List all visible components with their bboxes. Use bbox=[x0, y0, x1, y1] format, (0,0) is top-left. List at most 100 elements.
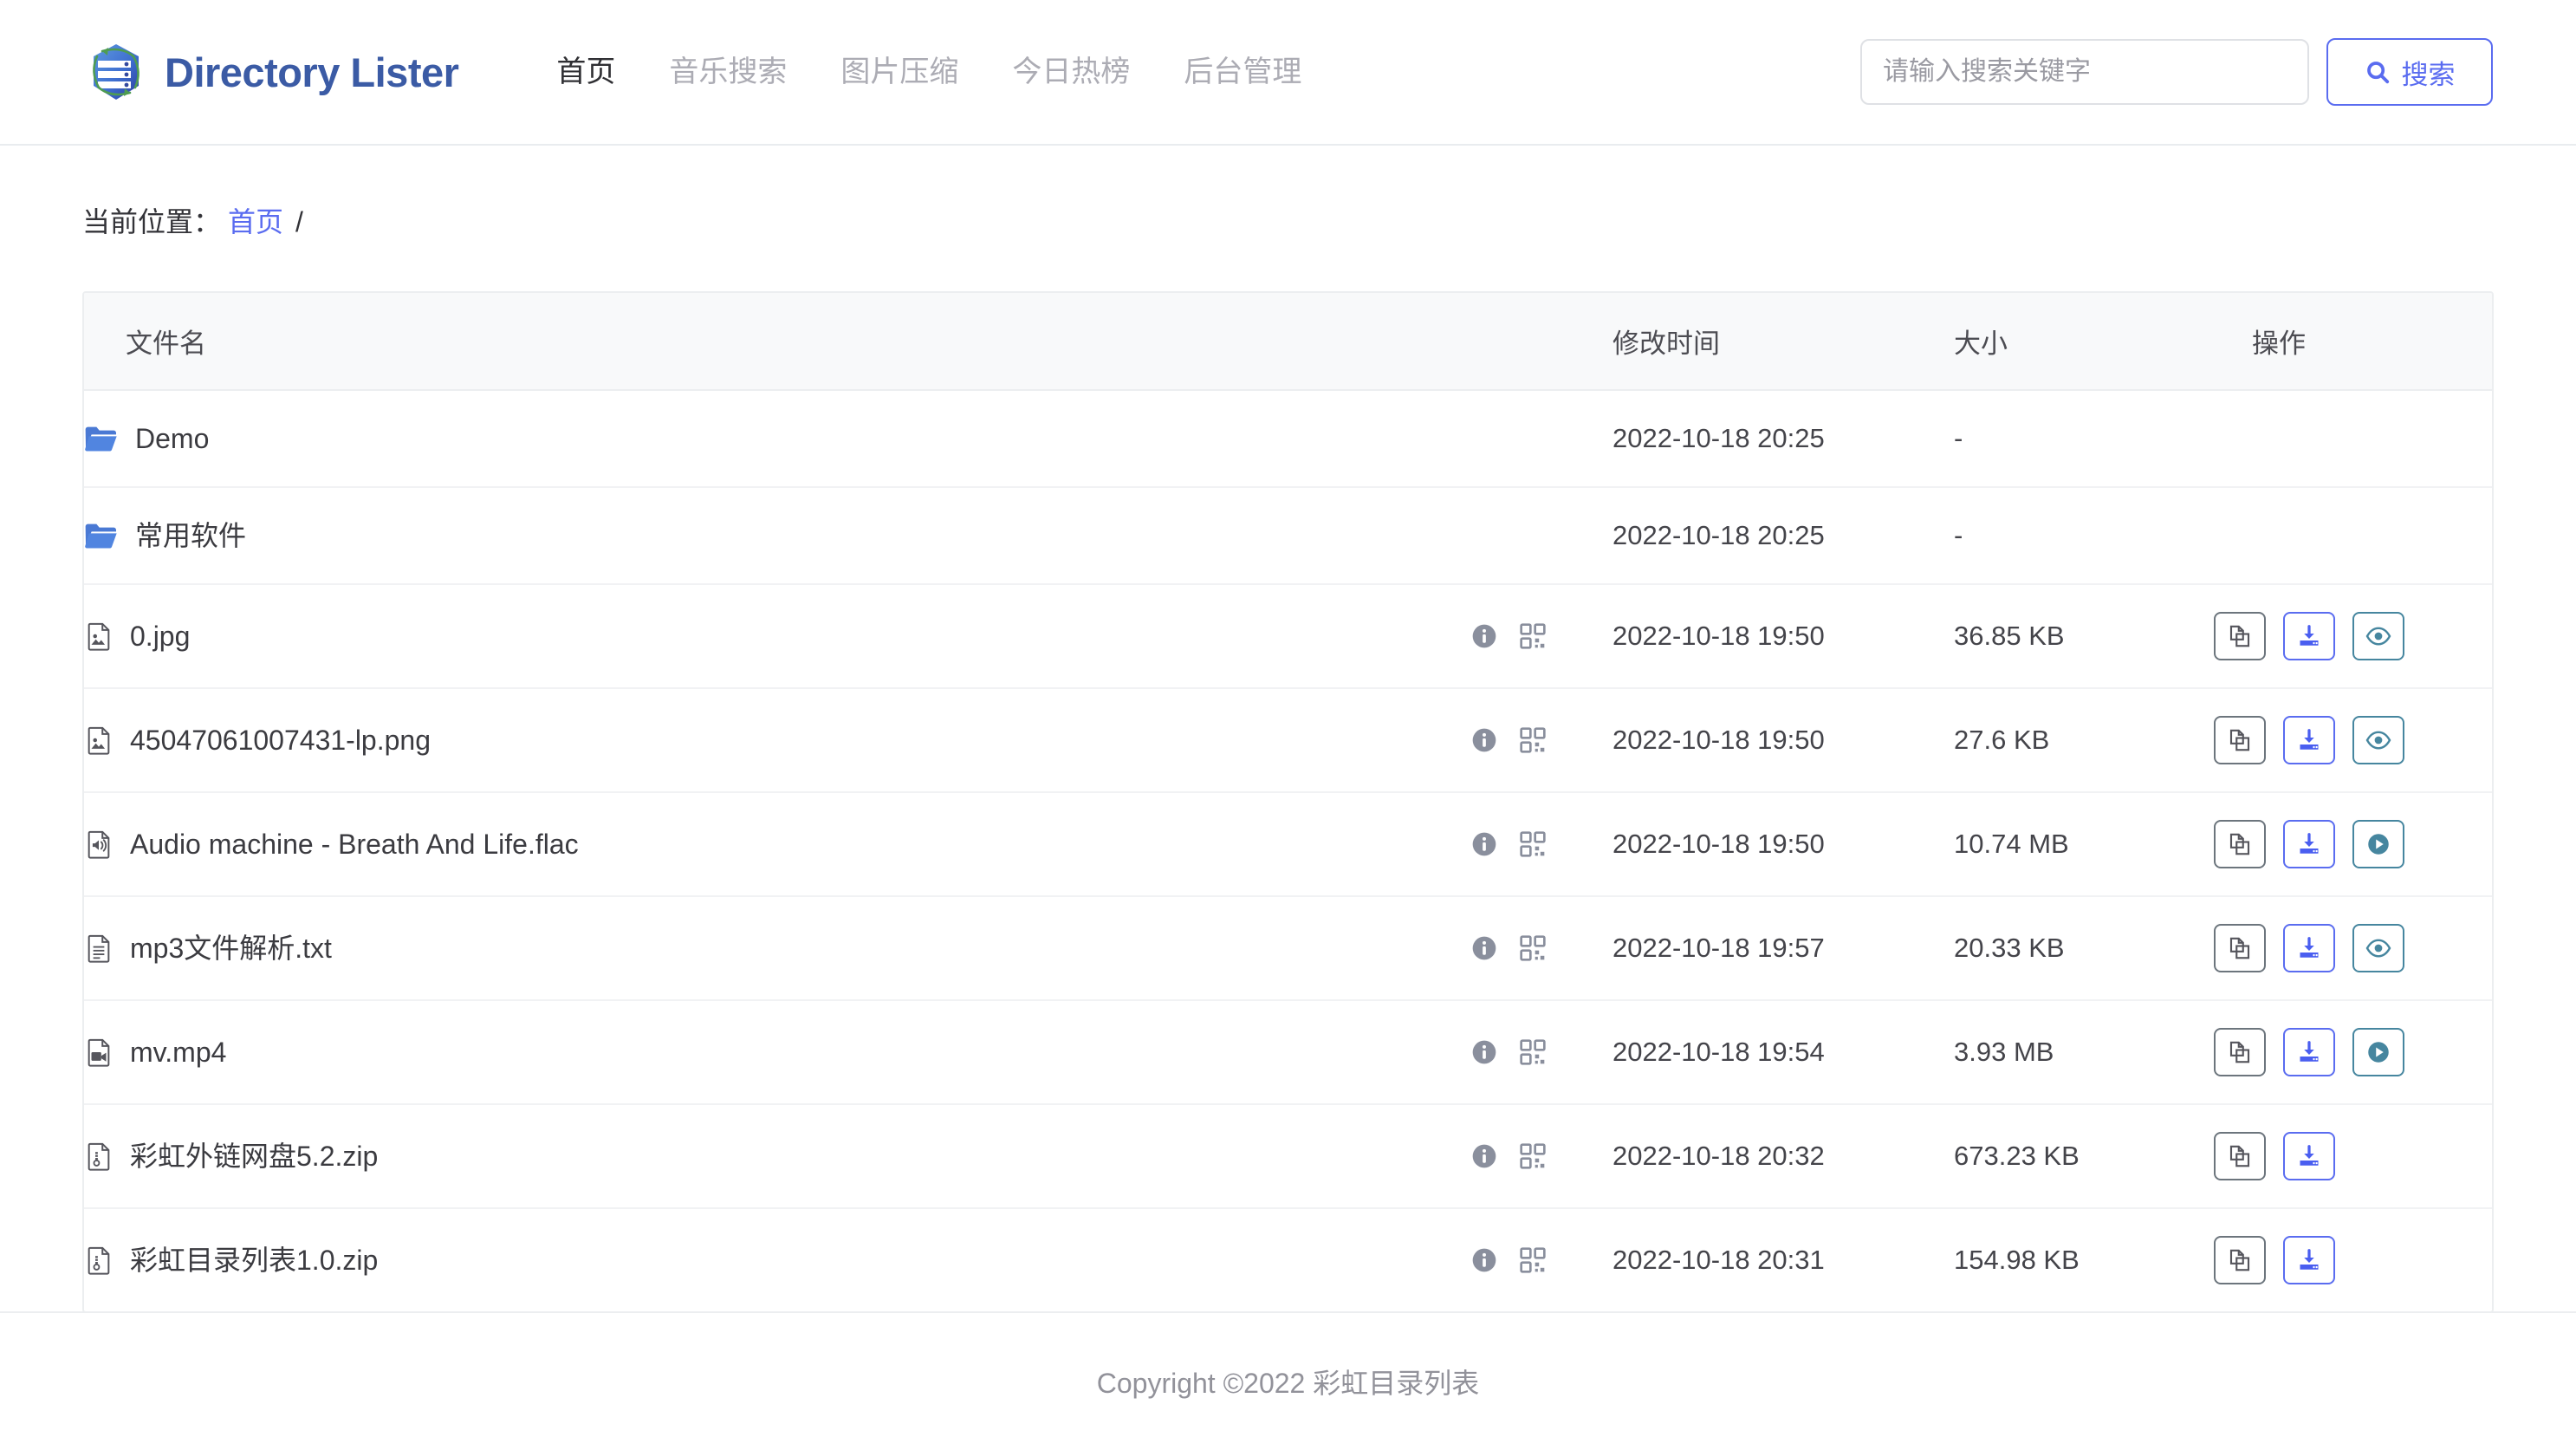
cell-file-name[interactable]: 常用软件 bbox=[84, 487, 1470, 584]
table-row[interactable]: 彩虹外链网盘5.2.zip 2022-10-18 20:32 673.23 KB bbox=[84, 1104, 2492, 1208]
copy-icon bbox=[2227, 623, 2253, 649]
cell-file-name[interactable]: mp3文件解析.txt bbox=[84, 896, 1470, 1000]
cell-operations bbox=[2214, 390, 2492, 487]
download-button[interactable] bbox=[2283, 1028, 2335, 1076]
cell-modified-time: 2022-10-18 20:31 bbox=[1612, 1245, 1825, 1275]
table-row[interactable]: 45047061007431-lp.png 2022-10-18 19:50 27.… bbox=[84, 688, 2492, 792]
cell-file-size: 36.85 KB bbox=[1954, 621, 2065, 651]
file-list-card: 文件名 修改时间 大小 操作 Demo 2022-10-18 20:25- 常用软件… bbox=[82, 291, 2494, 1313]
cell-operations bbox=[2214, 688, 2492, 792]
copy-icon bbox=[2227, 727, 2253, 753]
download-button[interactable] bbox=[2283, 820, 2335, 868]
play-button[interactable] bbox=[2352, 1028, 2404, 1076]
download-icon bbox=[2296, 1143, 2322, 1169]
preview-button[interactable] bbox=[2352, 612, 2404, 660]
cell-file-name[interactable]: mv.mp4 bbox=[84, 1000, 1470, 1104]
download-icon bbox=[2296, 623, 2322, 649]
cell-badges bbox=[1470, 584, 1612, 688]
download-button[interactable] bbox=[2283, 1236, 2335, 1284]
search-button[interactable]: 搜索 bbox=[2326, 38, 2493, 106]
table-row[interactable]: 0.jpg 2022-10-18 19:50 36.85 KB bbox=[84, 584, 2492, 688]
cell-modified-time: 2022-10-18 20:32 bbox=[1612, 1141, 1825, 1171]
info-icon[interactable] bbox=[1470, 1246, 1498, 1274]
copy-link-button[interactable] bbox=[2214, 612, 2266, 660]
preview-button[interactable] bbox=[2352, 924, 2404, 972]
table-row[interactable]: mp3文件解析.txt 2022-10-18 19:57 20.33 KB bbox=[84, 896, 2492, 1000]
qrcode-icon[interactable] bbox=[1519, 1246, 1547, 1274]
table-row[interactable]: mv.mp4 2022-10-18 19:54 3.93 MB bbox=[84, 1000, 2492, 1104]
file-name-label: Demo bbox=[135, 423, 210, 454]
column-header-ops: 操作 bbox=[2214, 293, 2492, 391]
search-button-label: 搜索 bbox=[2401, 59, 2456, 90]
info-icon[interactable] bbox=[1470, 1038, 1498, 1066]
file-table: 文件名 修改时间 大小 操作 Demo 2022-10-18 20:25- 常用软件… bbox=[84, 293, 2492, 1311]
breadcrumb-home-link[interactable]: 首页 bbox=[228, 208, 283, 236]
qrcode-icon[interactable] bbox=[1519, 622, 1547, 650]
brand-logo-area[interactable]: Directory Lister bbox=[85, 39, 459, 105]
nav-item-hotlist[interactable]: 今日热榜 bbox=[985, 57, 1157, 87]
table-row[interactable]: Demo 2022-10-18 20:25 - bbox=[84, 390, 2492, 487]
qrcode-icon[interactable] bbox=[1519, 1142, 1547, 1170]
download-button[interactable] bbox=[2283, 716, 2335, 764]
site-footer: Copyright ©2022 彩虹目录列表 bbox=[0, 1311, 2576, 1450]
copyright-text: Copyright ©2022 彩虹目录列表 bbox=[1096, 1368, 1480, 1399]
search-input[interactable] bbox=[1860, 39, 2309, 105]
eye-icon bbox=[2365, 935, 2391, 961]
cell-operations bbox=[2214, 896, 2492, 1000]
nav-item-image[interactable]: 图片压缩 bbox=[814, 57, 985, 87]
table-row[interactable]: 彩虹目录列表1.0.zip 2022-10-18 20:31 154.98 KB bbox=[84, 1208, 2492, 1311]
cell-modified-time: 2022-10-18 19:50 bbox=[1612, 621, 1825, 651]
download-icon bbox=[2296, 727, 2322, 753]
cell-file-name[interactable]: Audio machine - Breath And Life.flac bbox=[84, 792, 1470, 896]
cell-file-name[interactable]: 彩虹目录列表1.0.zip bbox=[84, 1208, 1470, 1311]
cell-file-name[interactable]: 0.jpg bbox=[84, 584, 1470, 688]
cell-operations bbox=[2214, 584, 2492, 688]
copy-link-button[interactable] bbox=[2214, 1132, 2266, 1180]
play-icon bbox=[2365, 831, 2391, 857]
download-button[interactable] bbox=[2283, 924, 2335, 972]
breadcrumb-separator: / bbox=[295, 206, 303, 237]
eye-icon bbox=[2365, 623, 2391, 649]
download-button[interactable] bbox=[2283, 1132, 2335, 1180]
copy-link-button[interactable] bbox=[2214, 924, 2266, 972]
info-icon[interactable] bbox=[1470, 934, 1498, 962]
download-icon bbox=[2296, 935, 2322, 961]
cell-file-name[interactable]: Demo bbox=[84, 390, 1470, 487]
copy-link-button[interactable] bbox=[2214, 820, 2266, 868]
play-button[interactable] bbox=[2352, 820, 2404, 868]
cell-file-size: 154.98 KB bbox=[1954, 1245, 2080, 1275]
cell-badges bbox=[1470, 792, 1612, 896]
column-header-time: 修改时间 bbox=[1612, 293, 1954, 391]
info-icon[interactable] bbox=[1470, 622, 1498, 650]
cell-file-name[interactable]: 45047061007431-lp.png bbox=[84, 688, 1470, 792]
copy-link-button[interactable] bbox=[2214, 1028, 2266, 1076]
search-area: 搜索 bbox=[1860, 38, 2493, 106]
download-icon bbox=[2296, 1247, 2322, 1273]
nav-item-admin[interactable]: 后台管理 bbox=[1157, 57, 1328, 87]
nav-item-music[interactable]: 音乐搜索 bbox=[642, 57, 814, 87]
cell-operations bbox=[2214, 1208, 2492, 1311]
table-row[interactable]: 常用软件 2022-10-18 20:25 - bbox=[84, 487, 2492, 584]
preview-button[interactable] bbox=[2352, 716, 2404, 764]
download-button[interactable] bbox=[2283, 612, 2335, 660]
nav-item-home[interactable]: 首页 bbox=[529, 57, 642, 87]
qrcode-icon[interactable] bbox=[1519, 1038, 1547, 1066]
file-text-icon bbox=[84, 932, 114, 965]
file-table-body: Demo 2022-10-18 20:25 - 常用软件 2022-10-18 20:2… bbox=[84, 390, 2492, 1311]
qrcode-icon[interactable] bbox=[1519, 934, 1547, 962]
qrcode-icon[interactable] bbox=[1519, 830, 1547, 858]
copy-icon bbox=[2227, 1143, 2253, 1169]
copy-link-button[interactable] bbox=[2214, 1236, 2266, 1284]
cell-modified-time: 2022-10-18 19:50 bbox=[1612, 829, 1825, 859]
qrcode-icon[interactable] bbox=[1519, 726, 1547, 754]
column-header-name: 文件名 bbox=[84, 293, 1470, 391]
info-icon[interactable] bbox=[1470, 726, 1498, 754]
copy-link-button[interactable] bbox=[2214, 716, 2266, 764]
eye-icon bbox=[2365, 727, 2391, 753]
info-icon[interactable] bbox=[1470, 830, 1498, 858]
file-name-label: 彩虹目录列表1.0.zip bbox=[130, 1245, 379, 1276]
cell-file-name[interactable]: 彩虹外链网盘5.2.zip bbox=[84, 1104, 1470, 1208]
info-icon[interactable] bbox=[1470, 1142, 1498, 1170]
file-name-label: Audio machine - Breath And Life.flac bbox=[130, 829, 579, 860]
table-row[interactable]: Audio machine - Breath And Life.flac 2022… bbox=[84, 792, 2492, 896]
